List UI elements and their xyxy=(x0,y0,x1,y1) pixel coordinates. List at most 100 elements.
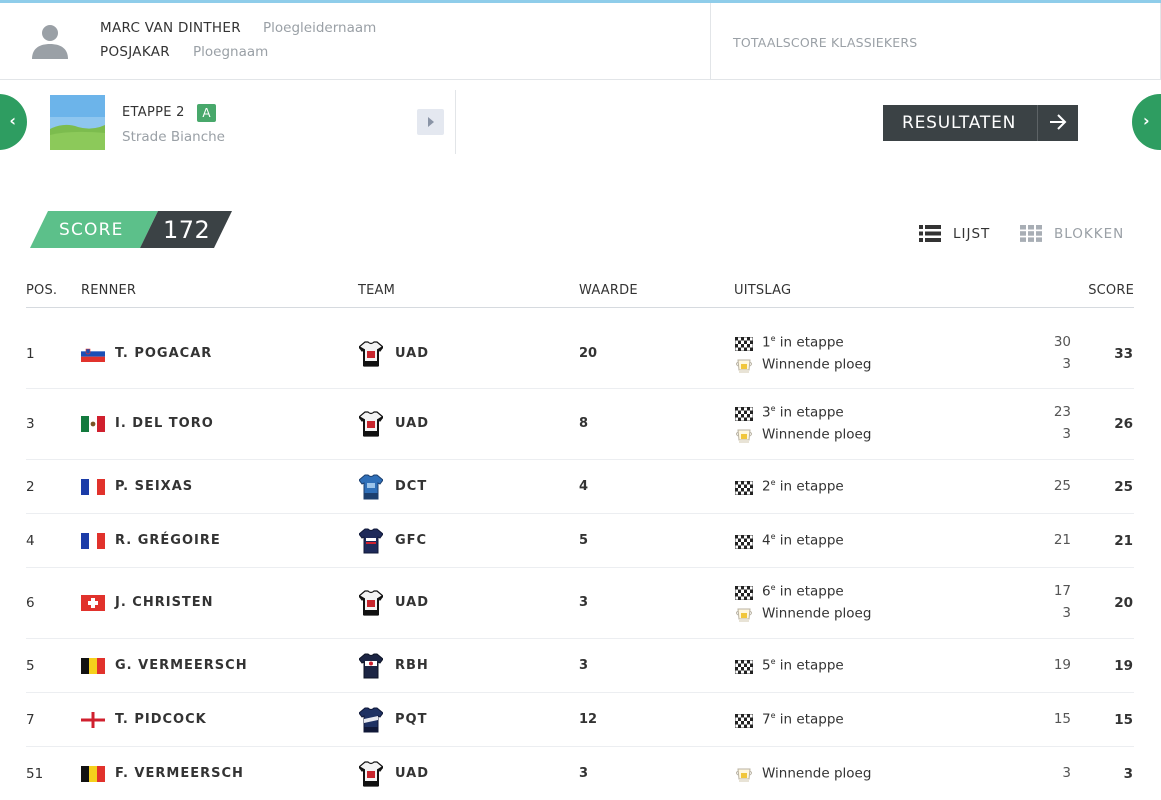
previous-stage-button[interactable]: ‹ xyxy=(0,94,27,150)
table-row[interactable]: 6 J. CHRISTEN UAD 3 6e in etappe 17 Winnende p… xyxy=(0,568,1161,639)
cup-icon xyxy=(735,767,753,782)
rider-name[interactable]: G. VERMEERSCH xyxy=(115,658,248,673)
result-label: 2 xyxy=(762,478,771,495)
column-header-team[interactable]: TEAM xyxy=(358,283,395,298)
rider-total-score: 33 xyxy=(1114,346,1133,362)
table-row[interactable]: 3 I. DEL TORO UAD 8 3e in etappe 23 Winnende p… xyxy=(0,389,1161,460)
france-flag-icon xyxy=(81,479,105,495)
rider-position: 1 xyxy=(26,346,35,362)
team-jersey-icon xyxy=(359,411,383,437)
rider-value: 20 xyxy=(579,346,598,361)
england-flag-icon xyxy=(81,712,105,728)
table-row[interactable]: 51 F. VERMEERSCH UAD 3 Winnende ploeg 3 3 xyxy=(0,747,1161,800)
result-points: 30 xyxy=(1053,334,1071,350)
arrow-right-icon xyxy=(1050,114,1067,130)
result-text: 5e in etappe xyxy=(762,657,844,674)
team-jersey-icon xyxy=(359,707,383,733)
result-points: 21 xyxy=(1053,532,1071,548)
result-text: 4e in etappe xyxy=(762,532,844,549)
stage-badge: A xyxy=(197,104,216,122)
result-points: 3 xyxy=(1062,765,1071,781)
result-suffix: in etappe xyxy=(775,478,844,495)
table-header-divider xyxy=(26,307,1134,308)
result-text: Winnende ploeg xyxy=(762,765,871,782)
team-jersey-icon xyxy=(359,653,383,679)
team-name-label: Ploegnaam xyxy=(193,44,269,60)
rider-position: 51 xyxy=(26,766,44,782)
stage-title: ETAPPE 2 xyxy=(122,105,185,120)
column-header-score[interactable]: SCORE xyxy=(1088,283,1134,298)
result-text: 1e in etappe xyxy=(762,334,844,351)
result-points: 3 xyxy=(1062,605,1071,621)
column-header-value[interactable]: WAARDE xyxy=(579,283,638,298)
column-header-result[interactable]: UITSLAG xyxy=(734,283,791,298)
list-icon xyxy=(919,225,941,242)
team-code: GFC xyxy=(395,533,428,548)
team-code: PQT xyxy=(395,712,428,727)
chevron-right-icon: › xyxy=(1143,111,1150,130)
rider-name[interactable]: T. PIDCOCK xyxy=(115,712,207,727)
table-row[interactable]: 7 T. PIDCOCK PQT 12 7e in etappe 15 15 xyxy=(0,693,1161,747)
stage-expand-button[interactable] xyxy=(417,109,444,135)
result-label: Winnende ploeg xyxy=(762,426,872,443)
rider-total-score: 26 xyxy=(1114,416,1133,432)
result-label: 7 xyxy=(762,711,771,728)
rider-name[interactable]: P. SEIXAS xyxy=(115,479,193,494)
rider-position: 6 xyxy=(26,595,35,611)
result-points: 19 xyxy=(1053,657,1071,673)
column-header-rider[interactable]: RENNER xyxy=(81,283,136,298)
result-label: 3 xyxy=(762,404,771,421)
belgium-flag-icon xyxy=(81,766,105,782)
rider-total-score: 20 xyxy=(1114,595,1133,611)
team-code: RBH xyxy=(395,658,429,673)
rider-value: 4 xyxy=(579,479,589,494)
rider-value: 12 xyxy=(579,712,598,727)
table-row[interactable]: 4 R. GRÉGOIRE GFC 5 4e in etappe 21 21 xyxy=(0,514,1161,568)
result-label: 5 xyxy=(762,657,771,674)
rider-name[interactable]: F. VERMEERSCH xyxy=(115,766,244,781)
table-row[interactable]: 5 G. VERMEERSCH RBH 3 5e in etappe 19 19 xyxy=(0,639,1161,693)
team-jersey-icon xyxy=(359,474,383,500)
result-points: 25 xyxy=(1053,478,1071,494)
result-text: Winnende ploeg xyxy=(762,605,871,622)
rider-position: 3 xyxy=(26,416,35,432)
table-row[interactable]: 2 P. SEIXAS DCT 4 2e in etappe 25 25 xyxy=(0,460,1161,514)
grid-icon xyxy=(1020,225,1042,242)
checkered-flag-icon xyxy=(734,659,754,675)
next-stage-button[interactable]: › xyxy=(1132,94,1161,150)
result-suffix: in etappe xyxy=(775,404,844,421)
user-avatar-icon xyxy=(32,25,68,59)
result-text: 2e in etappe xyxy=(762,478,844,495)
team-jersey-icon xyxy=(359,590,383,616)
result-label: 1 xyxy=(762,334,771,351)
team-code: DCT xyxy=(395,479,428,494)
rider-name[interactable]: T. POGACAR xyxy=(115,346,212,361)
switzerland-flag-icon xyxy=(81,595,105,611)
slovenia-flag-icon xyxy=(81,346,105,362)
rider-name[interactable]: R. GRÉGOIRE xyxy=(115,533,221,548)
cup-icon xyxy=(735,358,753,373)
belgium-flag-icon xyxy=(81,658,105,674)
header-divider xyxy=(710,3,711,80)
rider-total-score: 3 xyxy=(1123,766,1133,782)
result-points: 3 xyxy=(1062,356,1071,372)
view-list-label: LIJST xyxy=(953,226,991,242)
score-badge: SCORE 172 xyxy=(30,211,232,248)
team-name: POSJAKAR xyxy=(100,44,170,60)
result-suffix: in etappe xyxy=(775,583,844,600)
result-suffix: in etappe xyxy=(775,532,844,549)
result-text: 6e in etappe xyxy=(762,583,844,600)
rider-name[interactable]: I. DEL TORO xyxy=(115,416,214,431)
table-row[interactable]: 1 T. POGACAR UAD 20 1e in etappe 30 Winnende p… xyxy=(0,320,1161,389)
rider-name[interactable]: J. CHRISTEN xyxy=(115,595,214,610)
rider-total-score: 15 xyxy=(1114,712,1133,728)
manager-header: MARC VAN DINTHER Ploegleidernaam POSJAKA… xyxy=(0,3,1161,80)
results-button[interactable]: RESULTATEN xyxy=(883,105,1078,141)
result-points: 15 xyxy=(1053,711,1071,727)
mexico-flag-icon xyxy=(81,416,105,432)
team-code: UAD xyxy=(395,346,430,361)
column-header-pos[interactable]: POS. xyxy=(26,283,57,298)
result-label: 4 xyxy=(762,532,771,549)
checkered-flag-icon xyxy=(734,713,754,729)
checkered-flag-icon xyxy=(734,585,754,601)
